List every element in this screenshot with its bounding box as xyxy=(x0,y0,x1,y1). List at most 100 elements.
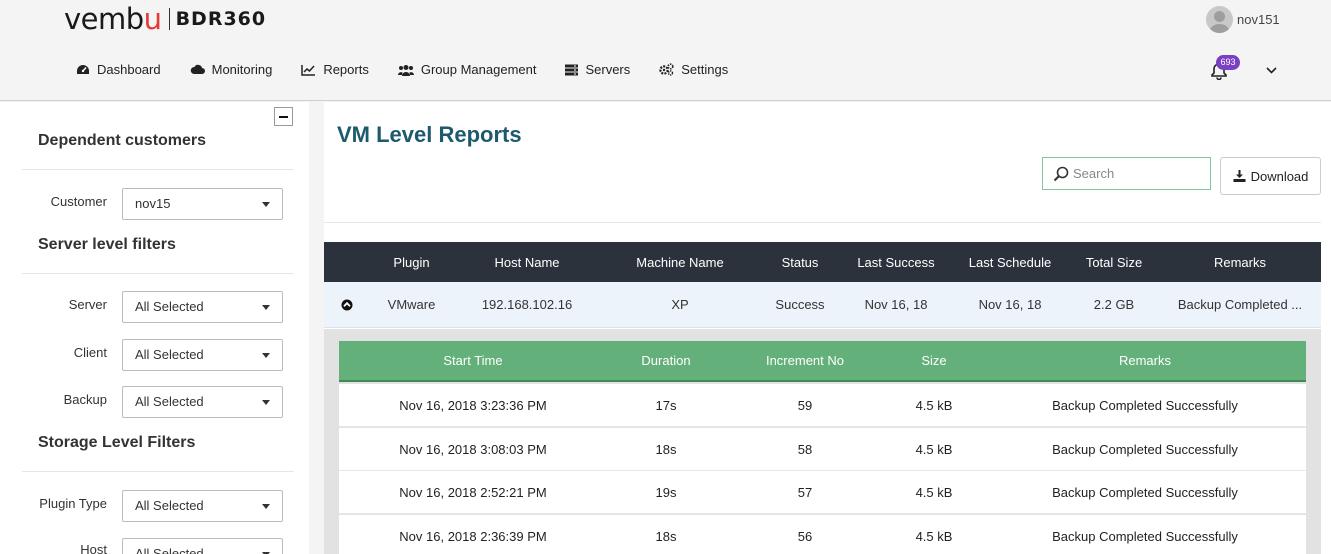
collapse-sidebar-button[interactable] xyxy=(274,107,293,126)
cell-increment-no: 56 xyxy=(797,528,813,544)
download-button[interactable]: Download xyxy=(1220,157,1321,195)
cell-size: 4.5 kB xyxy=(915,528,953,544)
cell-host-name: 192.168.102.16 xyxy=(481,297,573,312)
column-header-duration[interactable]: Duration xyxy=(617,341,715,380)
server-select[interactable]: All Selected xyxy=(122,291,283,323)
cell-size: 4.5 kB xyxy=(915,441,953,457)
line-chart-icon xyxy=(301,64,316,76)
cell-remarks: Backup Completed Successfully xyxy=(1052,397,1238,413)
history-row[interactable]: Nov 16, 2018 3:08:03 PM 18s 58 4.5 kB Ba… xyxy=(339,428,1306,471)
nav-reports[interactable]: Reports xyxy=(301,62,369,77)
report-table-header: Plugin Host Name Machine Name Status Las… xyxy=(324,242,1321,282)
cell-duration: 17s xyxy=(655,397,677,413)
vembu-logo[interactable]: vembu BDR360 xyxy=(64,2,266,36)
cell-remarks: Backup Completed ... xyxy=(1177,297,1303,312)
backup-label: Backup xyxy=(63,392,107,407)
column-header-remarks[interactable]: Remarks xyxy=(1176,242,1304,282)
logo-divider xyxy=(168,8,170,30)
cell-duration: 18s xyxy=(655,441,677,457)
divider xyxy=(22,471,294,472)
cell-start-time: Nov 16, 2018 3:23:36 PM xyxy=(399,397,547,413)
server-label: Server xyxy=(68,297,107,312)
history-row[interactable]: Nov 16, 2018 3:23:36 PM 17s 59 4.5 kB Ba… xyxy=(339,384,1306,427)
expand-row-icon[interactable] xyxy=(341,299,353,311)
nav-settings-label: Settings xyxy=(681,62,729,77)
table-row[interactable]: VMware 192.168.102.16 XP Success Nov 16,… xyxy=(324,282,1321,328)
customer-select[interactable]: nov15 xyxy=(122,188,283,220)
customer-label: Customer xyxy=(50,194,107,209)
nav-monitoring-label: Monitoring xyxy=(211,62,273,77)
cell-status: Success xyxy=(775,297,825,312)
column-header-last-success[interactable]: Last Success xyxy=(851,242,941,282)
cell-increment-no: 59 xyxy=(797,397,813,413)
column-header-start-time[interactable]: Start Time xyxy=(387,341,559,380)
history-table-header: Start Time Duration Increment No Size Re… xyxy=(339,341,1306,382)
user-menu[interactable]: nov151 xyxy=(1206,6,1280,33)
nav-settings[interactable]: Settings xyxy=(659,62,728,77)
cell-start-time: Nov 16, 2018 2:36:39 PM xyxy=(399,528,547,544)
filter-sidebar: Dependent customers Customer nov15 Serve… xyxy=(0,102,309,554)
cloud-icon xyxy=(190,64,205,74)
nav-dashboard[interactable]: Dashboard xyxy=(76,62,161,77)
logo-product: BDR360 xyxy=(175,8,267,30)
cell-machine-name: XP xyxy=(671,297,689,312)
plugin-type-label: Plugin Type xyxy=(39,496,107,511)
search-input[interactable] xyxy=(1073,166,1203,181)
cell-size: 4.5 kB xyxy=(915,397,953,413)
download-icon xyxy=(1233,170,1246,182)
cell-plugin: VMware xyxy=(387,297,436,312)
divider xyxy=(324,222,1321,223)
nav-servers[interactable]: Servers xyxy=(565,62,630,77)
cell-size: 4.5 kB xyxy=(915,484,953,500)
host-label: Host xyxy=(80,542,107,554)
plugin-type-select[interactable]: All Selected xyxy=(122,490,283,522)
cell-duration: 19s xyxy=(655,484,677,500)
cell-remarks: Backup Completed Successfully xyxy=(1052,441,1238,457)
divider xyxy=(22,273,294,274)
column-header-status[interactable]: Status xyxy=(763,242,837,282)
username: nov151 xyxy=(1237,12,1280,27)
search-box[interactable] xyxy=(1042,157,1211,190)
nav-group-management[interactable]: Group Management xyxy=(397,62,537,77)
column-header-machine-name[interactable]: Machine Name xyxy=(614,242,746,282)
cell-start-time: Nov 16, 2018 3:08:03 PM xyxy=(399,441,547,457)
column-header-last-schedule[interactable]: Last Schedule xyxy=(962,242,1058,282)
page-title: VM Level Reports xyxy=(337,122,522,147)
divider xyxy=(22,169,294,170)
column-header-plugin[interactable]: Plugin xyxy=(368,242,455,282)
chevron-down-icon[interactable] xyxy=(1266,67,1277,74)
nav-servers-label: Servers xyxy=(585,62,631,77)
client-select[interactable]: All Selected xyxy=(122,339,283,371)
column-header-total-size[interactable]: Total Size xyxy=(1074,242,1154,282)
column-header-increment-no[interactable]: Increment No xyxy=(749,341,861,380)
nav-monitoring[interactable]: Monitoring xyxy=(190,62,273,77)
dashboard-icon xyxy=(77,64,89,74)
main-nav: Dashboard Monitoring Reports Group Manag… xyxy=(76,62,757,77)
cell-remarks: Backup Completed Successfully xyxy=(1052,484,1238,500)
notification-badge[interactable]: 693 xyxy=(1216,55,1240,70)
download-label: Download xyxy=(1250,168,1309,184)
nav-dashboard-label: Dashboard xyxy=(97,62,161,77)
history-row[interactable]: Nov 16, 2018 2:52:21 PM 19s 57 4.5 kB Ba… xyxy=(339,471,1306,514)
history-row[interactable]: Nov 16, 2018 2:36:39 PM 18s 56 4.5 kB Ba… xyxy=(339,515,1306,554)
host-select[interactable]: All Selected xyxy=(122,538,283,554)
report-panel: VM Level Reports Download Plugin Host Na… xyxy=(324,102,1331,554)
column-header-size[interactable]: Size xyxy=(894,341,974,380)
gears-icon xyxy=(659,63,674,76)
column-header-remarks[interactable]: Remarks xyxy=(1029,341,1261,380)
nav-reports-label: Reports xyxy=(323,62,369,77)
cell-increment-no: 57 xyxy=(797,484,813,500)
app-header: vembu BDR360 nov151 Dashboard Monitoring… xyxy=(0,0,1331,101)
server-icon xyxy=(565,64,579,75)
logo-wordmark: vembu xyxy=(64,2,162,36)
column-header-host-name[interactable]: Host Name xyxy=(463,242,591,282)
backup-history-panel: Start Time Duration Increment No Size Re… xyxy=(324,329,1321,554)
backup-select[interactable]: All Selected xyxy=(122,386,283,418)
dependent-customers-heading: Dependent customers xyxy=(38,132,207,149)
users-icon xyxy=(397,64,414,76)
cell-start-time: Nov 16, 2018 2:52:21 PM xyxy=(399,484,547,500)
cell-last-schedule: Nov 16, 18 xyxy=(978,297,1042,312)
cell-increment-no: 58 xyxy=(797,441,813,457)
nav-group-management-label: Group Management xyxy=(420,62,537,77)
avatar xyxy=(1206,6,1233,33)
